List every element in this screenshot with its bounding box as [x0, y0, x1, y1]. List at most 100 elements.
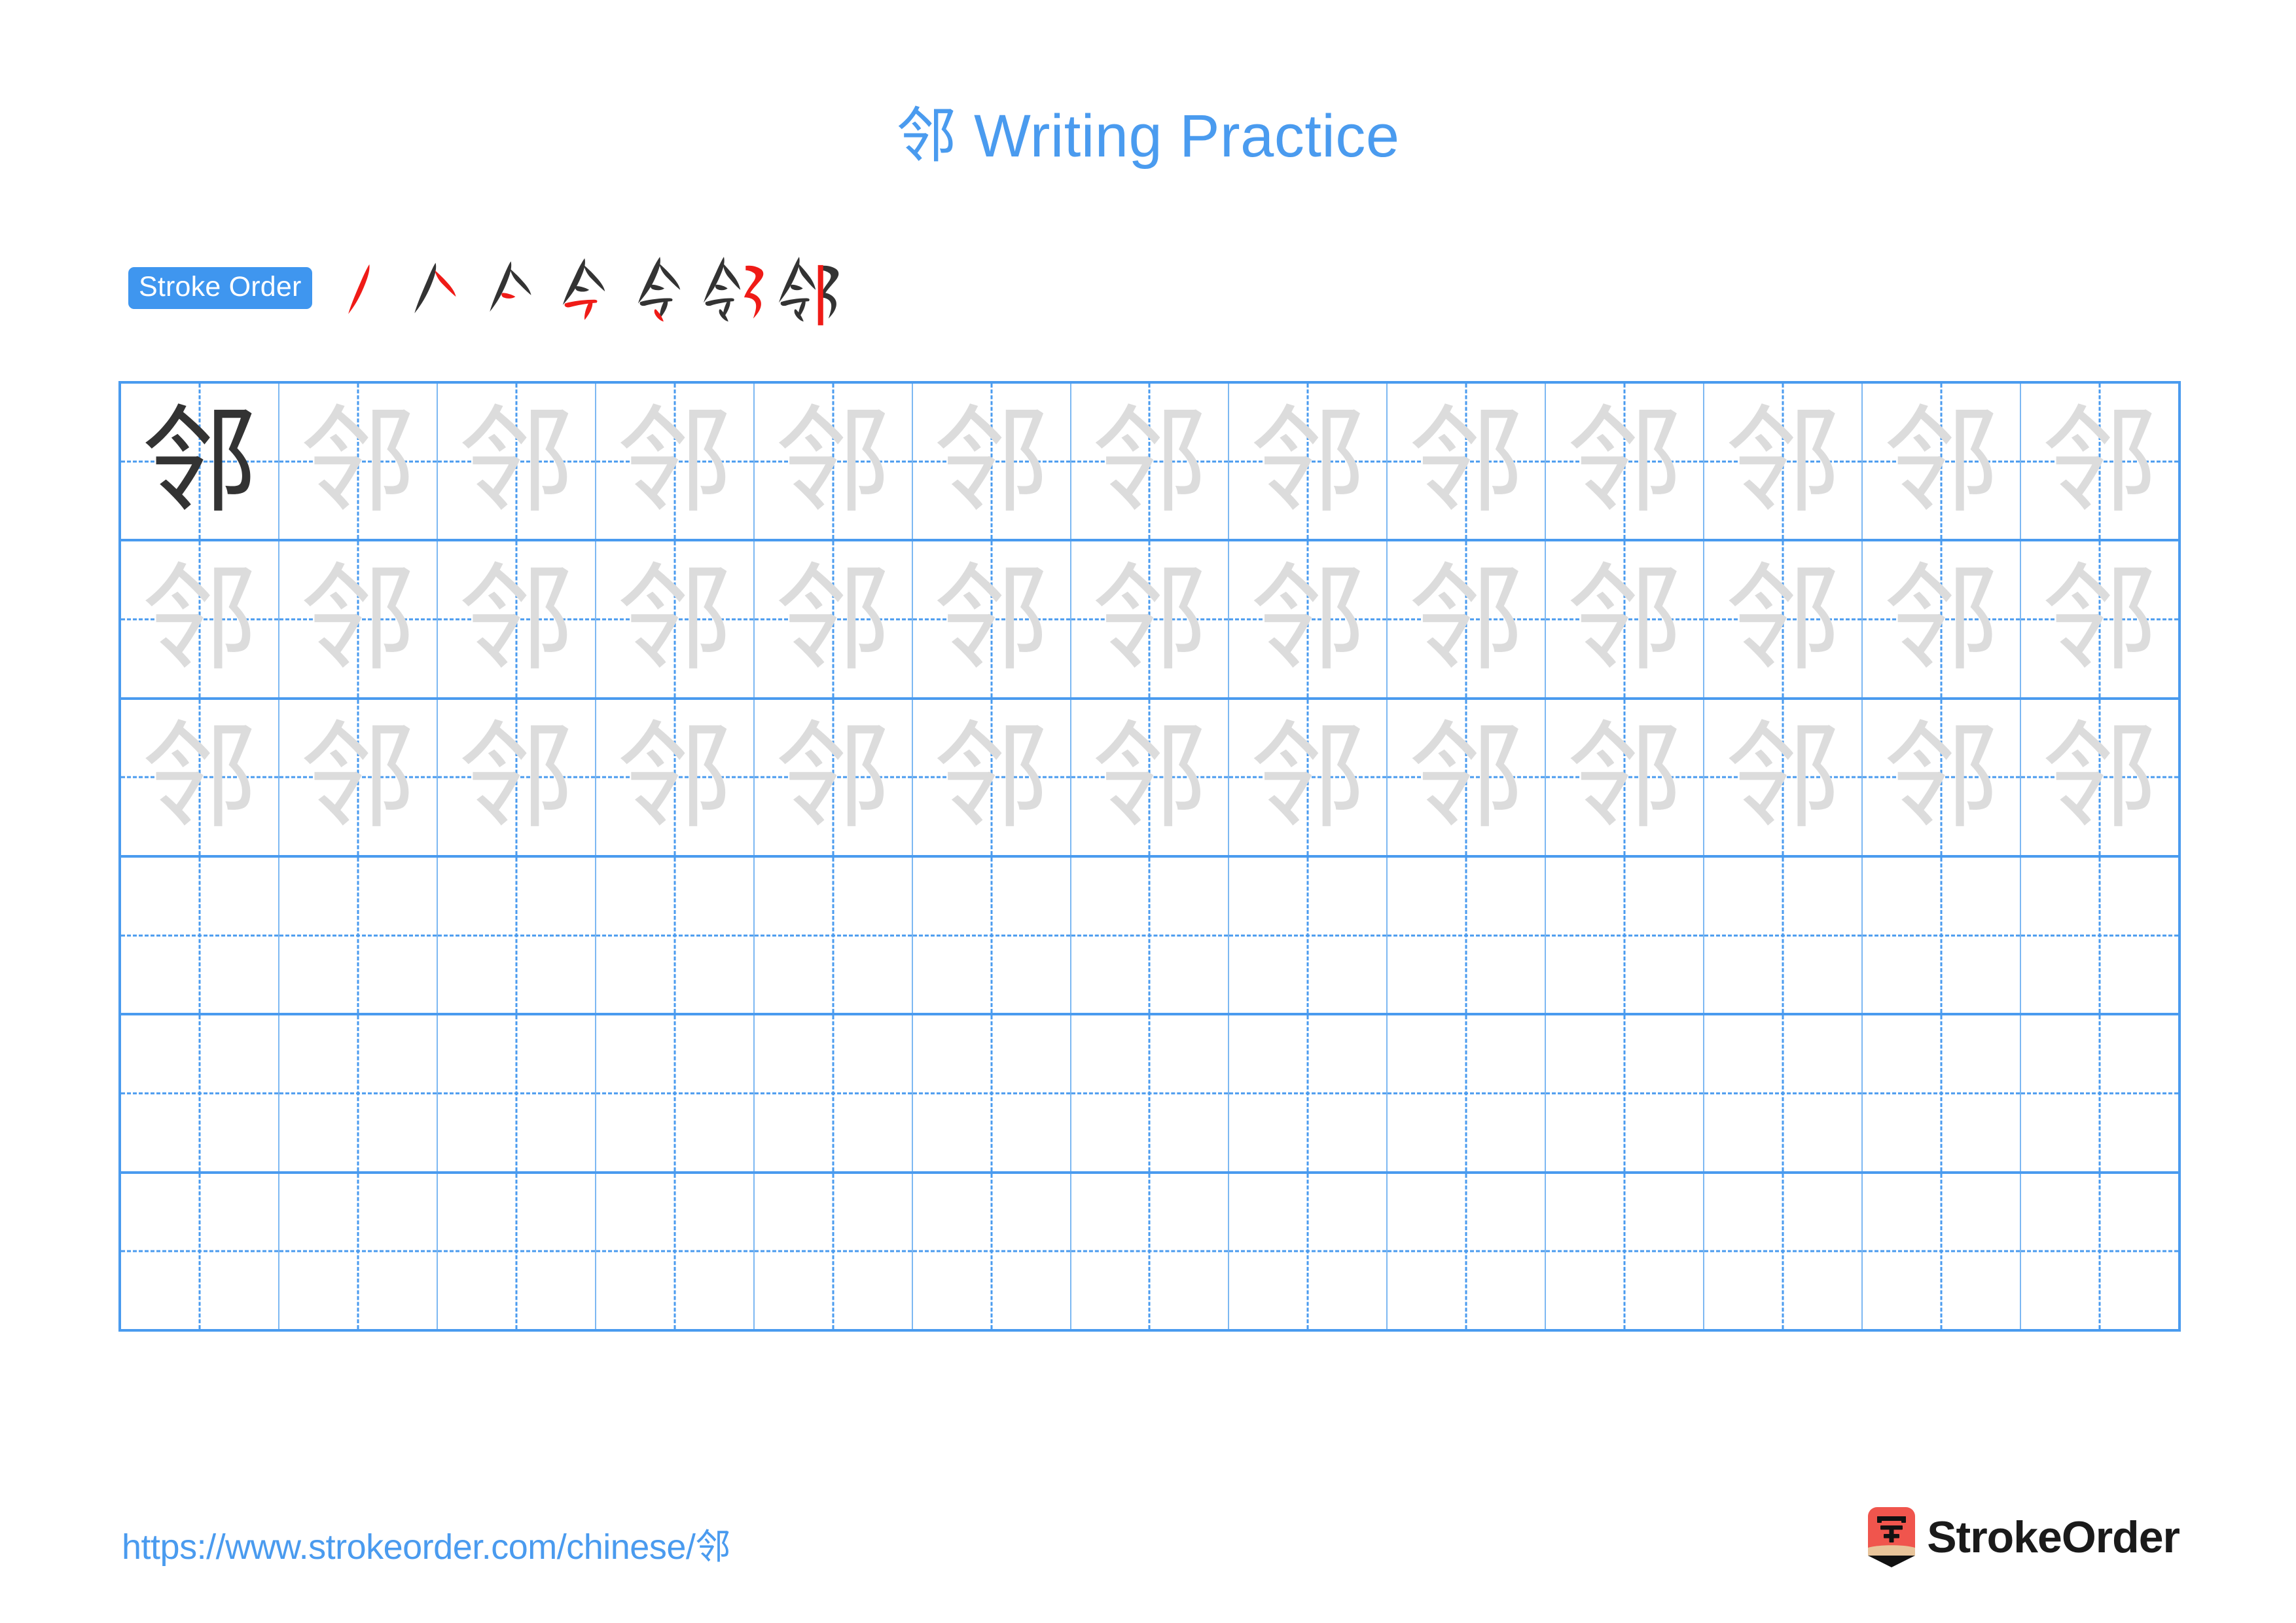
cell-guide-vertical: [1148, 1015, 1151, 1171]
grid-cell-r3c10[interactable]: 邻: [1546, 699, 1705, 855]
grid-cell-r2c6[interactable]: 邻: [912, 541, 1071, 697]
cell-guide-vertical: [1465, 1015, 1467, 1171]
grid-row-1: 邻 邻 邻 邻 邻 邻 邻 邻 邻 邻 邻 邻 邻: [121, 384, 2178, 542]
grid-cell-r2c5[interactable]: 邻: [754, 541, 913, 697]
grid-cell-r5c1[interactable]: [121, 1015, 279, 1171]
grid-cell-r5c3[interactable]: [437, 1015, 596, 1171]
grid-cell-r1c9[interactable]: 邻: [1388, 384, 1547, 539]
grid-cell-r5c13[interactable]: [2021, 1015, 2178, 1171]
grid-cell-r5c5[interactable]: [754, 1015, 913, 1171]
grid-cell-r4c4[interactable]: [596, 857, 755, 1013]
grid-cell-r4c3[interactable]: [437, 857, 596, 1013]
grid-cell-r4c10[interactable]: [1546, 857, 1705, 1013]
grid-row-5: [121, 1015, 2178, 1174]
grid-cell-r1c2[interactable]: 邻: [279, 384, 438, 539]
grid-cell-r1c13[interactable]: 邻: [2021, 384, 2178, 539]
strokeorder-logo[interactable]: StrokeOrder: [1868, 1504, 2180, 1570]
grid-cell-r4c5[interactable]: [754, 857, 913, 1013]
grid-cell-r2c10[interactable]: 邻: [1546, 541, 1705, 697]
grid-cell-r6c8[interactable]: [1229, 1173, 1388, 1329]
grid-cell-r5c6[interactable]: [912, 1015, 1071, 1171]
grid-cell-r4c6[interactable]: [912, 857, 1071, 1013]
grid-cell-r2c7[interactable]: 邻: [1071, 541, 1230, 697]
cell-guide-horizontal: [1546, 1092, 1704, 1095]
grid-cell-r4c9[interactable]: [1388, 857, 1547, 1013]
stroke-step-3-icon: [473, 251, 548, 326]
grid-cell-r6c5[interactable]: [754, 1173, 913, 1329]
grid-cell-r5c8[interactable]: [1229, 1015, 1388, 1171]
grid-cell-r5c7[interactable]: [1071, 1015, 1230, 1171]
grid-cell-r2c2[interactable]: 邻: [279, 541, 438, 697]
grid-cell-r3c5[interactable]: 邻: [754, 699, 913, 855]
grid-cell-r4c11[interactable]: [1704, 857, 1863, 1013]
cell-guide-vertical: [198, 857, 201, 1013]
cell-guide-horizontal: [2021, 934, 2178, 937]
grid-cell-r3c11[interactable]: 邻: [1704, 699, 1863, 855]
grid-cell-r6c6[interactable]: [912, 1173, 1071, 1329]
grid-cell-r5c9[interactable]: [1388, 1015, 1547, 1171]
footer-url-link[interactable]: https://www.strokeorder.com/chinese/邻: [122, 1518, 730, 1569]
grid-cell-r6c4[interactable]: [596, 1173, 755, 1329]
grid-cell-r1c3[interactable]: 邻: [437, 384, 596, 539]
grid-cell-r6c1[interactable]: [121, 1173, 279, 1329]
grid-cell-r3c13[interactable]: 邻: [2021, 699, 2178, 855]
grid-cell-r1c5[interactable]: 邻: [754, 384, 913, 539]
grid-cell-r4c2[interactable]: [279, 857, 438, 1013]
grid-cell-r6c11[interactable]: [1704, 1173, 1863, 1329]
cell-guide-vertical: [1148, 857, 1151, 1013]
grid-cell-r2c4[interactable]: 邻: [596, 541, 755, 697]
grid-cell-r2c8[interactable]: 邻: [1229, 541, 1388, 697]
grid-cell-r3c7[interactable]: 邻: [1071, 699, 1230, 855]
cell-guide-horizontal: [1229, 1250, 1387, 1252]
grid-cell-r3c9[interactable]: 邻: [1388, 699, 1547, 855]
grid-cell-r4c7[interactable]: [1071, 857, 1230, 1013]
grid-row-3: 邻 邻 邻 邻 邻 邻 邻 邻 邻 邻 邻 邻 邻: [121, 699, 2178, 858]
cell-guide-horizontal: [1071, 1092, 1229, 1095]
grid-cell-r4c13[interactable]: [2021, 857, 2178, 1013]
grid-cell-r1c10[interactable]: 邻: [1546, 384, 1705, 539]
grid-cell-r1c7[interactable]: 邻: [1071, 384, 1230, 539]
grid-cell-r1c8[interactable]: 邻: [1229, 384, 1388, 539]
grid-cell-r5c2[interactable]: [279, 1015, 438, 1171]
grid-cell-r2c3[interactable]: 邻: [437, 541, 596, 697]
grid-cell-r5c12[interactable]: [1863, 1015, 2022, 1171]
grid-cell-r1c1[interactable]: 邻: [121, 384, 279, 539]
grid-cell-r5c10[interactable]: [1546, 1015, 1705, 1171]
grid-cell-r2c9[interactable]: 邻: [1388, 541, 1547, 697]
grid-cell-r4c12[interactable]: [1863, 857, 2022, 1013]
grid-cell-r1c4[interactable]: 邻: [596, 384, 755, 539]
cell-guide-vertical: [2098, 1173, 2101, 1329]
cell-character: 邻: [1566, 709, 1683, 845]
grid-cell-r6c2[interactable]: [279, 1173, 438, 1329]
grid-cell-r4c1[interactable]: [121, 857, 279, 1013]
cell-character: 邻: [1725, 393, 1842, 529]
grid-cell-r5c4[interactable]: [596, 1015, 755, 1171]
grid-cell-r2c12[interactable]: 邻: [1863, 541, 2022, 697]
grid-cell-r4c8[interactable]: [1229, 857, 1388, 1013]
grid-cell-r6c13[interactable]: [2021, 1173, 2178, 1329]
stroke-step-2-icon: [398, 251, 473, 326]
grid-cell-r6c12[interactable]: [1863, 1173, 2022, 1329]
cell-guide-horizontal: [1546, 934, 1704, 937]
grid-cell-r1c12[interactable]: 邻: [1863, 384, 2022, 539]
grid-cell-r2c11[interactable]: 邻: [1704, 541, 1863, 697]
grid-cell-r1c6[interactable]: 邻: [912, 384, 1071, 539]
cell-guide-horizontal: [121, 934, 278, 937]
cell-guide-vertical: [2098, 1015, 2101, 1171]
grid-cell-r3c4[interactable]: 邻: [596, 699, 755, 855]
grid-cell-r5c11[interactable]: [1704, 1015, 1863, 1171]
cell-character: 邻: [1408, 551, 1525, 687]
grid-cell-r3c12[interactable]: 邻: [1863, 699, 2022, 855]
grid-cell-r6c3[interactable]: [437, 1173, 596, 1329]
grid-cell-r2c1[interactable]: 邻: [121, 541, 279, 697]
grid-cell-r3c1[interactable]: 邻: [121, 699, 279, 855]
grid-cell-r6c10[interactable]: [1546, 1173, 1705, 1329]
grid-cell-r2c13[interactable]: 邻: [2021, 541, 2178, 697]
grid-cell-r3c3[interactable]: 邻: [437, 699, 596, 855]
grid-cell-r6c9[interactable]: [1388, 1173, 1547, 1329]
grid-cell-r3c8[interactable]: 邻: [1229, 699, 1388, 855]
grid-cell-r6c7[interactable]: [1071, 1173, 1230, 1329]
grid-cell-r3c6[interactable]: 邻: [912, 699, 1071, 855]
grid-cell-r3c2[interactable]: 邻: [279, 699, 438, 855]
grid-cell-r1c11[interactable]: 邻: [1704, 384, 1863, 539]
